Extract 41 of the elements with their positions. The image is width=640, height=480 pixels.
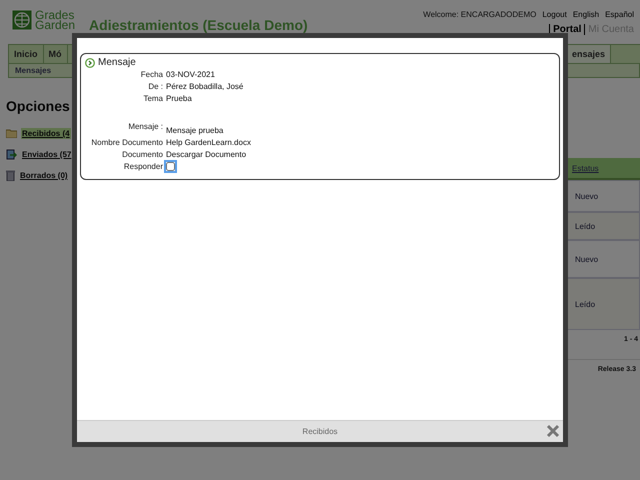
subnav-tab[interactable]: Mensajes	[15, 66, 52, 75]
folder-link[interactable]: Enviados (57	[6, 149, 78, 160]
table-cell: Nuevo	[566, 180, 640, 212]
folder-icon	[6, 129, 17, 138]
field-label: Nombre Documento	[90, 138, 163, 147]
school-title: Adiestramientos (Escuela Demo)	[89, 17, 308, 33]
panel-title: Mensaje	[98, 57, 136, 68]
table-cell: Leído	[566, 278, 640, 330]
field-value: Pérez Bobadilla, José	[166, 82, 244, 91]
table-cell: Leído	[566, 212, 640, 240]
folder-link[interactable]: Borrados (0)	[6, 170, 78, 181]
close-icon	[546, 424, 560, 438]
trash-icon	[6, 170, 15, 181]
header-link[interactable]: English	[572, 10, 600, 19]
field-label: Mensaje :	[127, 122, 163, 133]
nav-tab[interactable]: Inicio	[9, 45, 44, 63]
reply-checkbox[interactable]	[166, 162, 175, 171]
field-label: Responder	[122, 162, 163, 173]
nav-tab[interactable]: ensajes	[567, 45, 612, 63]
field-label: De :	[147, 82, 163, 91]
document-arrow-icon	[6, 149, 17, 160]
field-value: 03-NOV-2021	[166, 70, 216, 79]
close-button[interactable]	[546, 424, 560, 438]
globe-logo-icon	[12, 10, 32, 30]
field-value: Prueba	[166, 94, 193, 103]
table-cell: Nuevo	[566, 240, 640, 278]
download-link[interactable]: Descargar Documento	[166, 150, 555, 159]
field-label: Fecha	[140, 70, 163, 79]
logo-text: Grades Garden	[35, 10, 76, 30]
field-label: Tema	[142, 94, 163, 103]
field-value: Help GardenLearn.docx	[166, 138, 252, 147]
column-header[interactable]: Estatus	[566, 158, 640, 180]
chevron-circle-icon	[85, 58, 95, 68]
header-link[interactable]: Español	[605, 10, 634, 19]
header-link[interactable]: Logout	[542, 10, 567, 19]
welcome-text: Welcome: ENCARGADODEMO	[423, 10, 536, 19]
nav-tab[interactable]: Mó	[44, 45, 68, 63]
message-text: Mensaje prueba	[166, 126, 224, 135]
options-heading: Opciones	[6, 98, 71, 114]
field-label: Documento	[121, 150, 163, 159]
footer-title: Recibidos	[302, 427, 338, 436]
